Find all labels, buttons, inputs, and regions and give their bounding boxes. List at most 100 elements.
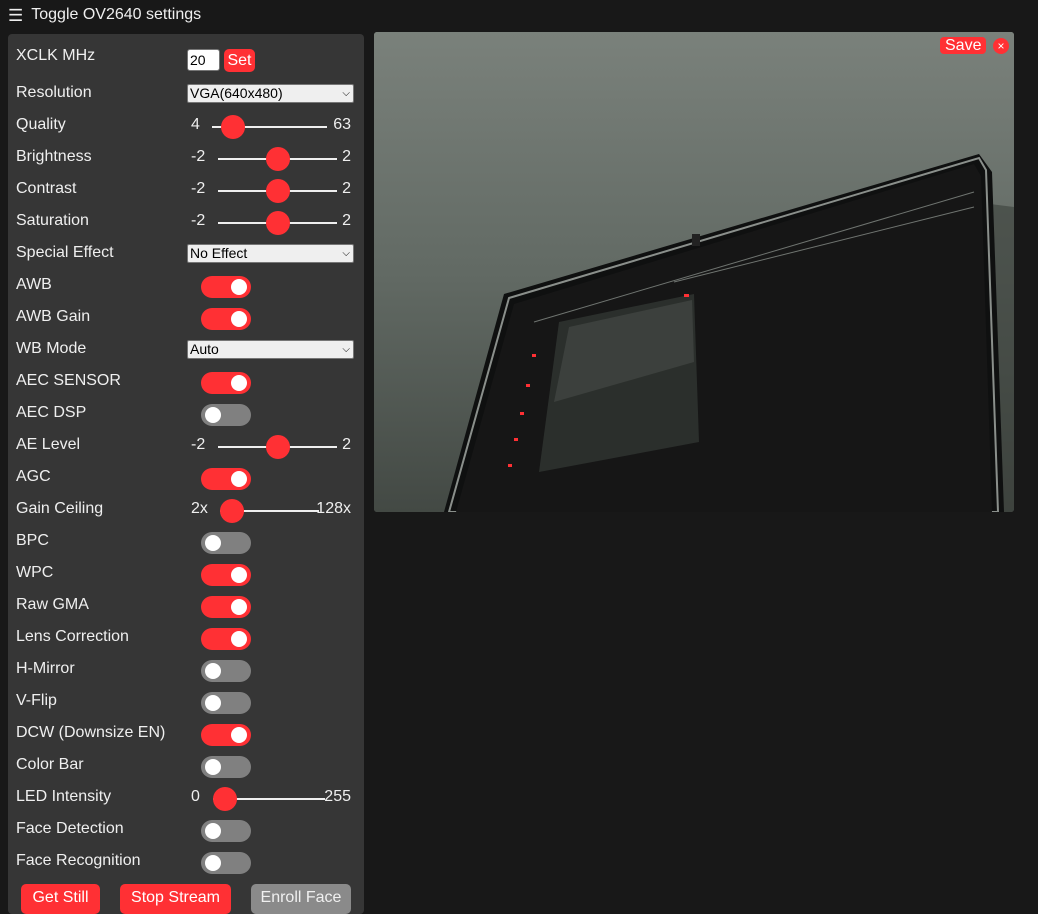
wb-mode-selected-value: Auto bbox=[190, 341, 219, 357]
quality-slider[interactable]: 4 63 bbox=[187, 113, 355, 141]
h-mirror-toggle[interactable] bbox=[201, 660, 251, 682]
dcw-toggle[interactable] bbox=[201, 724, 251, 746]
gain-ceiling-label: Gain Ceiling bbox=[16, 500, 104, 517]
contrast-min: -2 bbox=[191, 180, 206, 197]
agc-toggle[interactable] bbox=[201, 468, 251, 490]
bpc-label: BPC bbox=[16, 532, 49, 549]
color-bar-toggle[interactable] bbox=[201, 756, 251, 778]
awb-label: AWB bbox=[16, 276, 52, 293]
led-intensity-slider[interactable]: 0 255 bbox=[187, 785, 355, 813]
face-detection-knob bbox=[205, 823, 221, 839]
raw-gma-toggle[interactable] bbox=[201, 596, 251, 618]
special-effect-selected-value: No Effect bbox=[190, 245, 248, 261]
resolution-select[interactable]: VGA(640x480) ⌵ bbox=[187, 84, 354, 103]
ae-level-row: AE Level -2 2 bbox=[8, 433, 364, 461]
awb-knob bbox=[231, 279, 247, 295]
stop-stream-button[interactable]: Stop Stream bbox=[120, 884, 231, 914]
wpc-row: WPC bbox=[8, 561, 364, 589]
brightness-thumb[interactable] bbox=[265, 147, 290, 171]
close-icon[interactable]: × bbox=[993, 38, 1009, 54]
ae-level-max: 2 bbox=[342, 436, 351, 453]
awb-gain-toggle[interactable] bbox=[201, 308, 251, 330]
raw-gma-label: Raw GMA bbox=[16, 596, 89, 613]
wpc-knob bbox=[231, 567, 247, 583]
contrast-slider[interactable]: -2 2 bbox=[187, 177, 355, 205]
led-intensity-row: LED Intensity 0 255 bbox=[8, 785, 364, 813]
quality-min: 4 bbox=[191, 116, 200, 133]
resolution-label: Resolution bbox=[16, 84, 92, 101]
settings-panel: XCLK MHz 20 Set Resolution VGA(640x480) … bbox=[8, 34, 364, 914]
agc-knob bbox=[231, 471, 247, 487]
face-recognition-toggle[interactable] bbox=[201, 852, 251, 874]
wb-mode-row: WB Mode Auto ⌵ bbox=[8, 337, 364, 365]
ae-level-slider[interactable]: -2 2 bbox=[187, 433, 355, 461]
h-mirror-label: H-Mirror bbox=[16, 660, 75, 677]
v-flip-knob bbox=[205, 695, 221, 711]
camera-stream-image bbox=[374, 32, 1014, 512]
v-flip-row: V-Flip bbox=[8, 689, 364, 717]
led-intensity-min: 0 bbox=[191, 788, 200, 805]
wpc-label: WPC bbox=[16, 564, 54, 581]
wb-mode-label: WB Mode bbox=[16, 340, 87, 357]
lens-correction-row: Lens Correction bbox=[8, 625, 364, 653]
agc-row: AGC bbox=[8, 465, 364, 493]
raw-gma-row: Raw GMA bbox=[8, 593, 364, 621]
gain-ceiling-max: 128x bbox=[316, 500, 351, 517]
face-detection-label: Face Detection bbox=[16, 820, 124, 837]
awb-row: AWB bbox=[8, 273, 364, 301]
hamburger-menu-icon: ☰ bbox=[8, 5, 24, 25]
enroll-face-button[interactable]: Enroll Face bbox=[251, 884, 351, 914]
camera-stream-view: Save × bbox=[374, 32, 1014, 512]
wb-mode-select[interactable]: Auto ⌵ bbox=[187, 340, 354, 359]
face-recognition-row: Face Recognition bbox=[8, 849, 364, 877]
awb-gain-knob bbox=[231, 311, 247, 327]
ae-level-thumb[interactable] bbox=[265, 435, 290, 459]
color-bar-row: Color Bar bbox=[8, 753, 364, 781]
led-intensity-thumb[interactable] bbox=[213, 787, 237, 811]
v-flip-label: V-Flip bbox=[16, 692, 57, 709]
quality-max: 63 bbox=[333, 116, 351, 133]
special-effect-select[interactable]: No Effect ⌵ bbox=[187, 244, 354, 263]
saturation-max: 2 bbox=[342, 212, 351, 229]
bpc-knob bbox=[205, 535, 221, 551]
xclk-label: XCLK MHz bbox=[16, 47, 96, 64]
contrast-label: Contrast bbox=[16, 180, 77, 197]
brightness-slider[interactable]: -2 2 bbox=[187, 145, 355, 173]
awb-toggle[interactable] bbox=[201, 276, 251, 298]
brightness-row: Brightness -2 2 bbox=[8, 145, 364, 173]
contrast-thumb[interactable] bbox=[265, 179, 290, 203]
saturation-slider[interactable]: -2 2 bbox=[187, 209, 355, 237]
awb-gain-row: AWB Gain bbox=[8, 305, 364, 333]
save-button[interactable]: Save bbox=[940, 37, 987, 54]
brightness-label: Brightness bbox=[16, 148, 92, 165]
lens-correction-label: Lens Correction bbox=[16, 628, 129, 645]
get-still-button[interactable]: Get Still bbox=[21, 884, 100, 914]
quality-label: Quality bbox=[16, 116, 66, 133]
face-recognition-knob bbox=[205, 855, 221, 871]
gain-ceiling-slider[interactable]: 2x 128x bbox=[187, 497, 355, 525]
ae-level-label: AE Level bbox=[16, 436, 81, 453]
aec-sensor-toggle[interactable] bbox=[201, 372, 251, 394]
saturation-min: -2 bbox=[191, 212, 206, 229]
v-flip-toggle[interactable] bbox=[201, 692, 251, 714]
bpc-toggle[interactable] bbox=[201, 532, 251, 554]
gain-ceiling-thumb[interactable] bbox=[220, 499, 244, 523]
brightness-min: -2 bbox=[191, 148, 206, 165]
wpc-toggle[interactable] bbox=[201, 564, 251, 586]
face-detection-toggle[interactable] bbox=[201, 820, 251, 842]
xclk-set-button[interactable]: Set bbox=[224, 49, 255, 72]
quality-thumb[interactable] bbox=[221, 115, 246, 139]
dcw-knob bbox=[231, 727, 247, 743]
settings-toggle-header[interactable]: ☰ Toggle OV2640 settings bbox=[8, 4, 201, 26]
gain-ceiling-min: 2x bbox=[191, 500, 208, 517]
xclk-input[interactable]: 20 bbox=[187, 49, 220, 71]
aec-dsp-toggle[interactable] bbox=[201, 404, 251, 426]
lens-correction-toggle[interactable] bbox=[201, 628, 251, 650]
quality-row: Quality 4 63 bbox=[8, 113, 364, 141]
color-bar-label: Color Bar bbox=[16, 756, 84, 773]
resolution-selected-value: VGA(640x480) bbox=[190, 85, 283, 101]
h-mirror-row: H-Mirror bbox=[8, 657, 364, 685]
led-intensity-max: 255 bbox=[324, 788, 351, 805]
xclk-row: XCLK MHz bbox=[8, 44, 364, 72]
saturation-thumb[interactable] bbox=[265, 211, 290, 235]
